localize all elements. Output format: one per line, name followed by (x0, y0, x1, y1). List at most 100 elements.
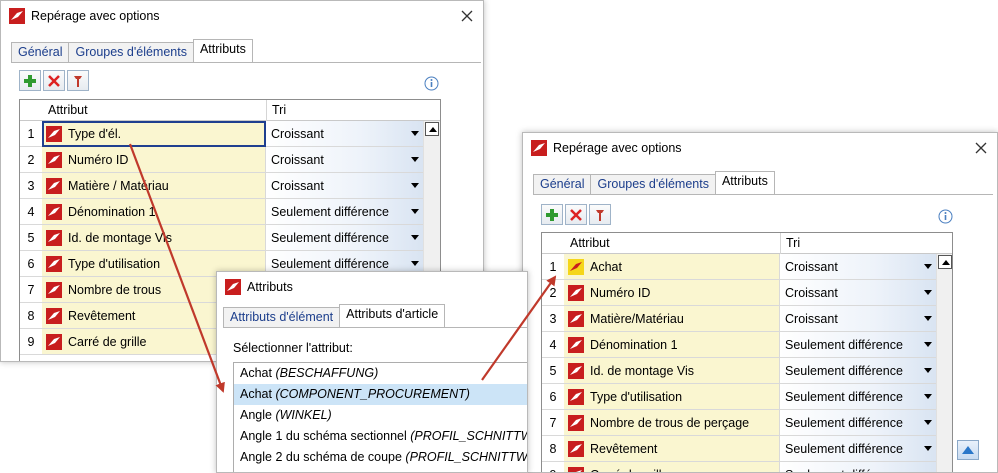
list-item[interactable]: Achat (COMPONENT_PROCUREMENT) (234, 384, 527, 405)
sort-value: Seulement différence (785, 442, 903, 456)
table-row[interactable]: 1 Type d'él. Croissant (20, 121, 440, 147)
tab-element-attributes[interactable]: Attributs d'élément (223, 307, 341, 327)
chevron-down-icon[interactable] (924, 368, 932, 373)
attribute-cell[interactable]: Numéro ID (42, 147, 266, 173)
info-icon[interactable] (938, 209, 953, 224)
table-row[interactable]: 6 Type d'utilisation Seulement différence (542, 384, 952, 410)
attribute-icon (568, 285, 584, 301)
close-icon[interactable] (459, 8, 475, 24)
column-header-sort[interactable]: Tri (272, 103, 286, 117)
table-row[interactable]: 1 Achat Croissant (542, 254, 952, 280)
attribute-icon (568, 337, 584, 353)
tab-general[interactable]: Général (11, 42, 70, 62)
sort-dropdown[interactable]: Croissant (780, 280, 936, 306)
attribute-listbox[interactable]: Achat (BESCHAFFUNG) Achat (COMPONENT_PROC… (233, 362, 527, 472)
attribute-cell[interactable]: Achat (564, 254, 780, 280)
sort-dropdown[interactable]: Croissant (266, 121, 423, 147)
attribute-cell[interactable]: Revêtement (564, 436, 780, 462)
chevron-down-icon[interactable] (924, 394, 932, 399)
tab-element-groups[interactable]: Groupes d'éléments (590, 174, 716, 194)
chevron-down-icon[interactable] (924, 290, 932, 295)
delete-button[interactable] (565, 204, 587, 225)
tab-general[interactable]: Général (533, 174, 592, 194)
chevron-down-icon[interactable] (924, 342, 932, 347)
sort-dropdown[interactable]: Seulement différence (780, 462, 936, 472)
list-item-name: Angle 2 du schéma de coupe (240, 450, 402, 464)
attribute-cell[interactable]: Dénomination 1 (42, 199, 266, 225)
tab-article-attributes[interactable]: Attributs d'article (339, 304, 446, 327)
attribute-cell[interactable]: Matière / Matériau (42, 173, 266, 199)
attribute-cell[interactable]: Type d'él. (42, 121, 266, 147)
add-button[interactable] (541, 204, 563, 225)
attribute-cell[interactable]: Id. de montage Vis (42, 225, 266, 251)
attribute-cell[interactable]: Type d'utilisation (564, 384, 780, 410)
attribute-cell[interactable]: Numéro ID (564, 280, 780, 306)
attribute-cell[interactable]: Carré de grille (564, 462, 780, 472)
attribute-cell[interactable]: Matière/Matériau (564, 306, 780, 332)
chevron-down-icon[interactable] (411, 235, 419, 240)
delete-button[interactable] (43, 70, 65, 91)
edit-attribute-button[interactable] (589, 204, 611, 225)
right-scrollbar[interactable] (936, 254, 952, 472)
table-row[interactable]: 4 Dénomination 1 Seulement différence (542, 332, 952, 358)
scroll-up-button[interactable] (938, 255, 952, 269)
tab-attributes[interactable]: Attributs (192, 39, 253, 62)
table-row[interactable]: 8 Revêtement Seulement différence (542, 436, 952, 462)
close-icon[interactable] (973, 140, 989, 156)
column-header-attribute[interactable]: Attribut (570, 236, 610, 250)
sort-dropdown[interactable]: Croissant (266, 173, 423, 199)
attribute-cell[interactable]: Nombre de trous de perçage (564, 410, 780, 436)
attribute-icon (568, 311, 584, 327)
table-row[interactable]: 5 Id. de montage Vis Seulement différence (20, 225, 440, 251)
sort-dropdown[interactable]: Seulement différence (780, 384, 936, 410)
table-row[interactable]: 9 Carré de grille Seulement différence (542, 462, 952, 472)
sort-dropdown[interactable]: Seulement différence (780, 358, 936, 384)
chevron-down-icon[interactable] (924, 264, 932, 269)
sort-dropdown[interactable]: Seulement différence (266, 225, 423, 251)
sort-dropdown[interactable]: Seulement différence (266, 199, 423, 225)
sort-dropdown[interactable]: Croissant (780, 306, 936, 332)
chevron-down-icon[interactable] (924, 446, 932, 451)
attribute-icon (46, 178, 62, 194)
table-row[interactable]: 3 Matière / Matériau Croissant (20, 173, 440, 199)
hicad-app-icon (9, 8, 25, 24)
chevron-down-icon[interactable] (411, 131, 419, 136)
sort-dropdown[interactable]: Seulement différence (780, 410, 936, 436)
edit-attribute-button[interactable] (67, 70, 89, 91)
tab-attributes[interactable]: Attributs (714, 171, 775, 194)
attribute-cell[interactable]: Dénomination 1 (564, 332, 780, 358)
column-header-sort[interactable]: Tri (786, 236, 800, 250)
chevron-down-icon[interactable] (924, 420, 932, 425)
list-item[interactable]: Angle 1 du schéma sectionnel (PROFIL_SCH… (234, 426, 527, 447)
table-row[interactable]: 2 Numéro ID Croissant (20, 147, 440, 173)
list-item[interactable]: Angle (WINKEL) (234, 405, 527, 426)
move-up-button[interactable] (957, 440, 979, 460)
attribute-cell[interactable]: Id. de montage Vis (564, 358, 780, 384)
sort-dropdown[interactable]: Croissant (780, 254, 936, 280)
chevron-down-icon[interactable] (924, 316, 932, 321)
table-row[interactable]: 2 Numéro ID Croissant (542, 280, 952, 306)
table-row[interactable]: 3 Matière/Matériau Croissant (542, 306, 952, 332)
sort-dropdown[interactable]: Seulement différence (780, 436, 936, 462)
add-button[interactable] (19, 70, 41, 91)
list-item[interactable]: Achat (BESCHAFFUNG) (234, 363, 527, 384)
attribute-icon (46, 308, 62, 324)
table-row[interactable]: 4 Dénomination 1 Seulement différence (20, 199, 440, 225)
list-item[interactable]: Angle 2 du schéma de coupe (PROFIL_SCHNI… (234, 447, 527, 468)
scroll-up-button[interactable] (425, 122, 439, 136)
tab-element-groups[interactable]: Groupes d'éléments (68, 42, 194, 62)
info-icon[interactable] (424, 76, 439, 91)
chevron-down-icon[interactable] (411, 209, 419, 214)
chevron-down-icon[interactable] (411, 183, 419, 188)
sort-dropdown[interactable]: Seulement différence (780, 332, 936, 358)
sort-dropdown[interactable]: Croissant (266, 147, 423, 173)
chevron-down-icon[interactable] (411, 157, 419, 162)
list-item-code: (BESCHAFFUNG) (275, 366, 379, 380)
attribute-name: Dénomination 1 (590, 338, 678, 352)
column-header-attribute[interactable]: Attribut (48, 103, 88, 117)
table-row[interactable]: 5 Id. de montage Vis Seulement différence (542, 358, 952, 384)
table-row[interactable]: 7 Nombre de trous de perçage Seulement dif… (542, 410, 952, 436)
chevron-down-icon[interactable] (411, 261, 419, 266)
attribute-name: Id. de montage Vis (590, 364, 695, 378)
list-item[interactable]: Angle bas/gauche - XZ (PROFIL_SCHNITTW2X… (234, 468, 527, 472)
